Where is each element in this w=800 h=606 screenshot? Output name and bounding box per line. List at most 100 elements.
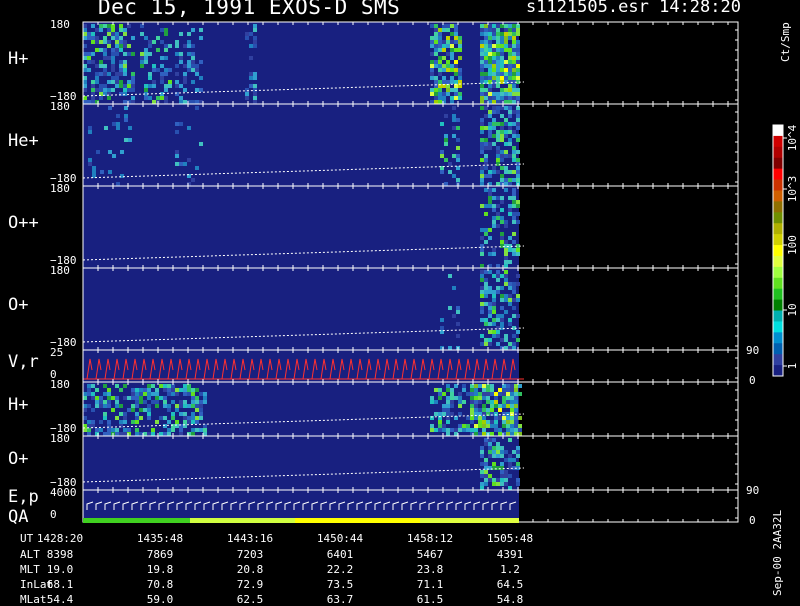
colorbar-segment: [773, 321, 783, 333]
panel-0-cell: [484, 60, 488, 64]
panel-0-cell: [253, 76, 257, 80]
panel-5-cell: [478, 408, 482, 412]
panel-0-cell: [508, 36, 512, 40]
panel-0-cell: [99, 84, 103, 88]
panel-0-cell: [115, 36, 119, 40]
panel-0-cell: [488, 76, 492, 80]
panel-0-cell: [245, 96, 249, 100]
panel-0-cell: [111, 68, 115, 72]
panel-5-cell: [510, 428, 514, 432]
panel-3-cell: [488, 330, 492, 334]
panel-5-cell: [99, 400, 103, 404]
panel-0-cell: [168, 80, 172, 84]
colorbar-segment: [773, 310, 783, 322]
panel-0-cell: [446, 44, 450, 48]
panel-3-cell: [496, 286, 500, 290]
panel-1-cell: [128, 126, 132, 130]
panel-0-cell: [446, 88, 450, 92]
panel-5-cell: [203, 428, 207, 432]
panel-0-cell: [496, 96, 500, 100]
panel-3-cell: [500, 318, 504, 322]
panel-0-cell: [512, 100, 516, 104]
panel-5-cell: [171, 388, 175, 392]
panel-5-cell: [494, 416, 498, 420]
panel-1-cell: [496, 146, 500, 150]
panel-6-cell: [488, 442, 492, 446]
panel-5-cell: [195, 404, 199, 408]
panel-5-cell: [458, 392, 462, 396]
panel-5-cell: [179, 400, 183, 404]
panel-0-cell: [119, 68, 123, 72]
panel-5-cell: [103, 384, 107, 388]
panel-0-cell: [430, 88, 434, 92]
panel-1-cell: [179, 122, 183, 126]
panel-5-cell: [151, 428, 155, 432]
panel-0-cell: [191, 60, 195, 64]
panel-5-cell: [191, 420, 195, 424]
panel-2-cell: [492, 224, 496, 228]
panel-0-cell: [484, 24, 488, 28]
panel-3-cell: [508, 298, 512, 302]
panel-5-cell: [195, 408, 199, 412]
panel-1-cell: [504, 106, 508, 110]
panel-1-cell: [456, 158, 460, 162]
panel-0-cell: [179, 100, 183, 104]
panel-3-cell: [508, 342, 512, 346]
panel-2-cell: [500, 220, 504, 224]
panel-5-cell: [450, 400, 454, 404]
panel-1-cell: [124, 106, 128, 110]
panel-0-cell: [140, 32, 144, 36]
panel-1-cell: [504, 134, 508, 138]
panel-0-cell: [119, 40, 123, 44]
panel-1-cell: [448, 170, 452, 174]
panel-0-cell: [512, 96, 516, 100]
panel-5-cell: [506, 424, 510, 428]
panel-1-cell: [488, 130, 492, 134]
panel-5-cell: [446, 428, 450, 432]
panel-0-cell: [115, 72, 119, 76]
panel-0-cell: [500, 76, 504, 80]
panel-6-cell: [500, 454, 504, 458]
panel-1-cell: [484, 106, 488, 110]
panel-5-cell: [163, 396, 167, 400]
panel-0-cell: [95, 64, 99, 68]
panel-5-cell: [123, 384, 127, 388]
panel-6-cell: [492, 454, 496, 458]
panel-5-cell: [486, 424, 490, 428]
panel-0-cell: [187, 68, 191, 72]
panel-5-cell: [498, 404, 502, 408]
panel-5-cell: [510, 424, 514, 428]
panel-0-cell: [164, 56, 168, 60]
colorbar-tick-label: 1: [786, 363, 799, 370]
panel-5-cell: [191, 392, 195, 396]
panel-5-cell: [446, 412, 450, 416]
panel-5-cell: [159, 396, 163, 400]
panel-0-cell: [83, 80, 87, 84]
panel-5-cell: [490, 392, 494, 396]
panel-1-cell: [504, 166, 508, 170]
panel-5-cell: [474, 384, 478, 388]
panel-6-cell: [500, 450, 504, 454]
panel-5-cell: [474, 432, 478, 436]
panel-5-cell: [155, 388, 159, 392]
panel-5-cell: [474, 408, 478, 412]
panel-1-cell: [480, 142, 484, 146]
panel-1-cell: [440, 170, 444, 174]
panel-6-cell: [492, 478, 496, 482]
panel-2-cell: [504, 188, 508, 192]
panel-0-cell: [484, 44, 488, 48]
panel-5-cell: [95, 388, 99, 392]
panel-5-cell: [470, 428, 474, 432]
panel-0-cell: [500, 44, 504, 48]
panel-1-cell: [500, 154, 504, 158]
panel-0-cell: [119, 36, 123, 40]
panel-5-cell: [119, 424, 123, 428]
panel-0-cell: [508, 92, 512, 96]
panel-5-cell: [482, 388, 486, 392]
panel-5-cell: [179, 404, 183, 408]
panel-5-cell: [147, 416, 151, 420]
panel-1-cell: [496, 162, 500, 166]
panel-0-cell: [131, 36, 135, 40]
panel-0-cell: [253, 40, 257, 44]
panel-5-cell: [506, 384, 510, 388]
